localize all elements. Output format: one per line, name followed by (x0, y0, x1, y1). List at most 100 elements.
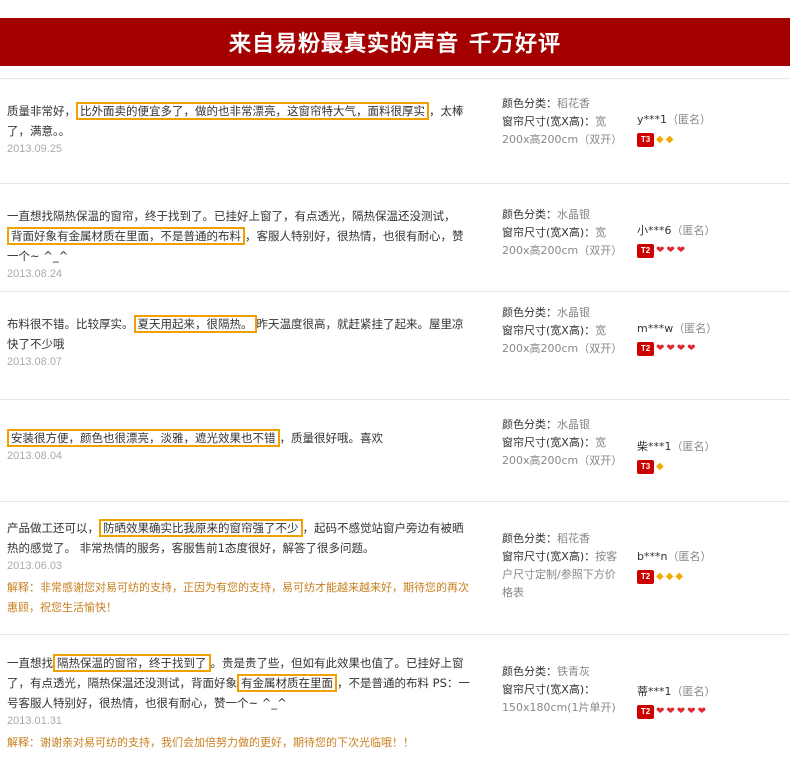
review-content: 布料很不错。比较厚实。 夏天用起来，很隔热。 昨天温度很高，就赶紧挂了起来。屋里凉快… (7, 314, 470, 370)
review-text-segment: ，质量很好哦。喜欢 (279, 431, 384, 445)
review-text: 质量非常好， 比外面卖的便宜多了，做的也非常漂亮，这窗帘特大气，面料很厚实 ，太棒了… (7, 101, 470, 141)
seller-reply: 解释：谢谢亲对易可纺的支持，我们会加倍努力做的更好，期待您的下次光临哦！！ (7, 736, 414, 749)
color-attribute: 颜色分类：水晶银 (502, 416, 622, 434)
gold-diamond-icon: ◆ (656, 571, 664, 582)
color-value: 水晶银 (557, 208, 590, 221)
highlighted-text: 有金属材质在里面 (237, 674, 337, 692)
gold-diamond-icon: ◆ (656, 461, 664, 472)
review-row: 一直想找 隔热保温的窗帘，终于找到了 。贵是贵了些，但如有此效果也值了。已挂好上窗了… (0, 634, 790, 770)
reviewer-name: 柴***1（匿名） (637, 438, 787, 456)
color-label: 颜色分类： (502, 532, 557, 545)
review-text: 安装很方便，颜色也很漂亮，淡雅，遮光效果也不错 ，质量很好哦。喜欢 (7, 428, 470, 448)
size-value: 150x180cm(1片单开) (502, 701, 616, 714)
highlighted-text: 防晒效果确实比我原来的窗帘强了不少 (99, 519, 303, 537)
reviewer-name: m***w（匿名） (637, 320, 787, 338)
level-badge: T2 (637, 570, 654, 584)
review-date: 2013.06.03 (7, 560, 63, 572)
gold-diamond-icon: ◆ (665, 134, 674, 145)
color-attribute: 颜色分类：稻花香 (502, 530, 622, 548)
highlighted-text: 安装很方便，颜色也很漂亮，淡雅，遮光效果也不错 (7, 429, 280, 447)
color-label: 颜色分类： (502, 208, 557, 221)
size-attribute: 窗帘尺寸(宽X高)：宽200x高200cm（双开） (502, 434, 622, 470)
reviewer-id[interactable]: m***w (637, 322, 673, 335)
size-label: 窗帘尺寸(宽X高)： (502, 683, 596, 696)
red-heart-icon: ❤ (697, 706, 706, 717)
highlighted-text: 比外面卖的便宜多了，做的也非常漂亮，这窗帘特大气，面料很厚实 (76, 102, 429, 120)
review-date: 2013.09.25 (7, 143, 63, 155)
color-value: 稻花香 (557, 532, 590, 545)
reviewer-name: b***n（匿名） (637, 548, 787, 566)
size-attribute: 窗帘尺寸(宽X高)：按客户尺寸定制/参照下方价格表 (502, 548, 622, 602)
reviewer-badges: T2 ❤ ❤ ❤ ❤ ❤ (637, 705, 787, 719)
review-date: 2013.08.04 (7, 450, 63, 462)
reviewer-id[interactable]: y***1 (637, 113, 667, 126)
reviewer-badges: T3 ◆ (637, 460, 787, 474)
reviewer: 蒂***1（匿名） T2 ❤ ❤ ❤ ❤ ❤ (637, 683, 787, 719)
color-label: 颜色分类： (502, 665, 557, 678)
reviewer-name: y***1（匿名） (637, 111, 787, 129)
reviewer-name: 小***6（匿名） (637, 222, 787, 240)
product-attributes: 颜色分类：稻花香 窗帘尺寸(宽X高)：按客户尺寸定制/参照下方价格表 (502, 530, 622, 602)
reviewer: y***1（匿名） T3 ◆ ◆ (637, 111, 787, 147)
reviewer: 柴***1（匿名） T3 ◆ (637, 438, 787, 474)
anonymous-tag: （匿名） (671, 685, 716, 698)
color-attribute: 颜色分类：铁青灰 (502, 663, 622, 681)
gold-diamond-icon: ◆ (656, 134, 664, 145)
review-text-segment: 产品做工还可以， (7, 521, 99, 535)
reviewer: m***w（匿名） T2 ❤ ❤ ❤ ❤ (637, 320, 787, 356)
color-value: 铁青灰 (557, 665, 590, 678)
reviews-banner: 来自易粉最真实的声音 千万好评 (0, 18, 790, 66)
anonymous-tag: （匿名） (667, 113, 712, 126)
red-heart-icon: ❤ (687, 343, 696, 354)
product-attributes: 颜色分类：水晶银 窗帘尺寸(宽X高)：宽200x高200cm（双开） (502, 416, 622, 470)
color-label: 颜色分类： (502, 97, 557, 110)
color-label: 颜色分类： (502, 306, 557, 319)
reviewer-id[interactable]: 柴***1 (637, 440, 672, 453)
reviewer-id[interactable]: 蒂***1 (637, 685, 672, 698)
color-attribute: 颜色分类：水晶银 (502, 206, 622, 224)
size-attribute: 窗帘尺寸(宽X高)：宽200x高200cm（双开） (502, 224, 622, 260)
review-date: 2013.08.24 (7, 268, 63, 280)
red-heart-icon: ❤ (666, 706, 675, 717)
review-text-segment: 布料很不错。比较厚实。 (7, 317, 134, 331)
review-date: 2013.01.31 (7, 715, 63, 727)
reviewer-badges: T2 ❤ ❤ ❤ (637, 244, 787, 258)
reviewer-id[interactable]: 小***6 (637, 224, 672, 237)
level-badge: T3 (637, 460, 654, 474)
review-date: 2013.08.07 (7, 356, 63, 368)
red-heart-icon: ❤ (676, 706, 686, 717)
banner-subtitle: 千万好评 (469, 32, 562, 57)
reviewer-badges: T2 ◆ ◆ ◆ (637, 570, 787, 584)
red-heart-icon: ❤ (666, 343, 675, 354)
review-text: 一直想找隔热保温的窗帘，终于找到了。已挂好上窗了，有点透光，隔热保温还没测试， 背… (7, 206, 470, 266)
review-row: 质量非常好， 比外面卖的便宜多了，做的也非常漂亮，这窗帘特大气，面料很厚实 ，太棒了… (0, 78, 790, 183)
red-heart-icon: ❤ (656, 706, 665, 717)
reviewer-name: 蒂***1（匿名） (637, 683, 787, 701)
review-text-segment: 质量非常好， (7, 104, 76, 118)
reviewer-badges: T3 ◆ ◆ (637, 133, 787, 147)
red-heart-icon: ❤ (676, 245, 686, 256)
level-badge: T2 (637, 705, 654, 719)
gold-diamond-icon: ◆ (675, 571, 684, 582)
review-row: 安装很方便，颜色也很漂亮，淡雅，遮光效果也不错 ，质量很好哦。喜欢 2013.08.… (0, 399, 790, 501)
level-badge: T2 (637, 244, 654, 258)
banner-title: 来自易粉最真实的声音 (228, 32, 459, 57)
review-text-segment: 一直想找隔热保温的窗帘，终于找到了。已挂好上窗了，有点透光，隔热保温还没测试， (7, 209, 456, 223)
size-attribute: 窗帘尺寸(宽X高)：宽200x高200cm（双开） (502, 113, 622, 149)
review-content: 一直想找隔热保温的窗帘，终于找到了。已挂好上窗了，有点透光，隔热保温还没测试， 背… (7, 206, 470, 282)
red-heart-icon: ❤ (656, 343, 665, 354)
anonymous-tag: （匿名） (671, 224, 716, 237)
color-value: 水晶银 (557, 306, 590, 319)
reviewer-id[interactable]: b***n (637, 550, 667, 563)
product-attributes: 颜色分类：水晶银 窗帘尺寸(宽X高)：宽200x高200cm（双开） (502, 206, 622, 260)
review-text: 产品做工还可以， 防晒效果确实比我原来的窗帘强了不少 ，起码不感觉站窗户旁边有被晒热… (7, 518, 470, 558)
gold-diamond-icon: ◆ (665, 571, 674, 582)
product-attributes: 颜色分类：水晶银窗帘尺寸(宽X高)：宽200x高200cm（双开） (502, 304, 622, 358)
review-content: 产品做工还可以， 防晒效果确实比我原来的窗帘强了不少 ，起码不感觉站窗户旁边有被晒热… (7, 518, 470, 618)
review-text: 一直想找 隔热保温的窗帘，终于找到了 。贵是贵了些，但如有此效果也值了。已挂好上窗了… (7, 653, 470, 713)
review-content: 质量非常好， 比外面卖的便宜多了，做的也非常漂亮，这窗帘特大气，面料很厚实 ，太棒了… (7, 101, 470, 157)
highlighted-text: 隔热保温的窗帘，终于找到了 (53, 654, 211, 672)
size-attribute: 窗帘尺寸(宽X高)：宽200x高200cm（双开） (502, 322, 622, 358)
red-heart-icon: ❤ (676, 343, 686, 354)
highlighted-text: 夏天用起来，很隔热。 (133, 315, 257, 333)
